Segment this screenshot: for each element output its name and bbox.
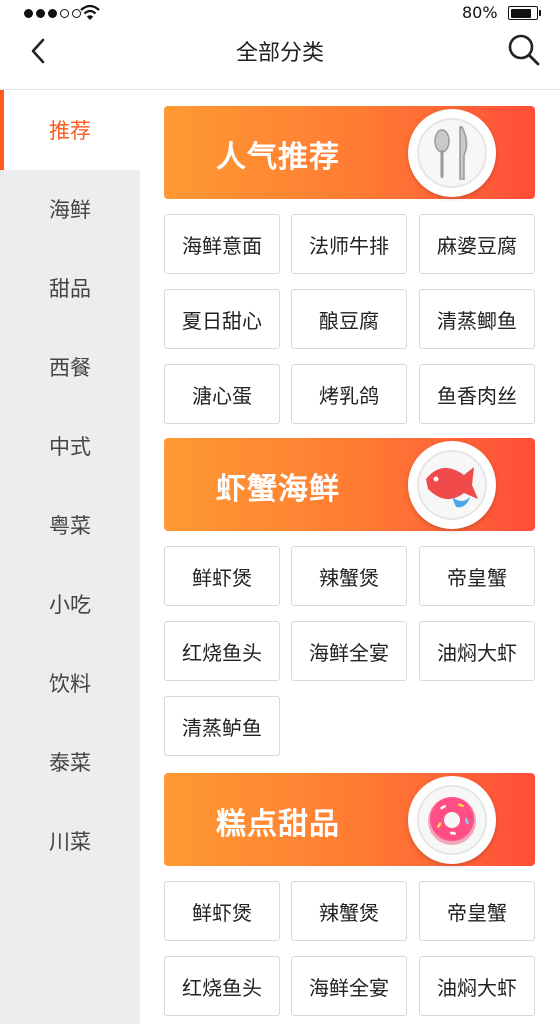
sidebar-item[interactable]: 小吃 [0, 564, 140, 644]
sidebar-item[interactable]: 中式 [0, 406, 140, 486]
dish-tag[interactable]: 鲜虾煲 [164, 546, 280, 606]
donut-icon [408, 776, 496, 864]
category-content: 人气推荐海鲜意面 法师牛排 麻婆豆腐夏日甜心 酿豆腐 清蒸鲫鱼溏心蛋 烤乳鸽 鱼香肉丝虾蟹海… [140, 90, 560, 1024]
section-banner: 虾蟹海鲜 [164, 438, 535, 531]
dish-tag[interactable]: 清蒸鲫鱼 [419, 289, 535, 349]
page-title: 全部分类 [235, 41, 324, 66]
sidebar-item[interactable]: 粤菜 [0, 485, 140, 565]
dish-tag[interactable]: 辣蟹煲 [291, 546, 407, 606]
dish-tag[interactable]: 帝皇蟹 [419, 546, 535, 606]
dish-tag[interactable]: 海鲜意面 [164, 214, 280, 274]
dish-tag[interactable]: 红烧鱼头 [164, 621, 280, 681]
search-icon[interactable] [504, 30, 544, 70]
sidebar-item[interactable]: 海鲜 [0, 169, 140, 249]
dish-tag[interactable]: 溏心蛋 [164, 364, 280, 424]
dish-tag[interactable]: 油焖大虾 [419, 956, 535, 1016]
dish-tag[interactable]: 夏日甜心 [164, 289, 280, 349]
dish-tag[interactable]: 法师牛排 [291, 214, 407, 274]
sidebar-item[interactable]: 甜品 [0, 248, 140, 328]
category-sidebar: 推荐 海鲜 甜品 西餐 中式 粤菜 小吃 饮料 泰菜 川菜 [0, 90, 140, 1024]
navigation-bar: 全部分类 [0, 28, 560, 90]
dish-tag[interactable]: 烤乳鸽 [291, 364, 407, 424]
section-banner: 人气推荐 [164, 106, 535, 199]
sidebar-item[interactable]: 西餐 [0, 327, 140, 407]
battery-percentage: 80% [462, 3, 498, 22]
dish-tag[interactable]: 红烧鱼头 [164, 956, 280, 1016]
sidebar-item[interactable]: 推荐 [0, 90, 140, 170]
dish-tag[interactable]: 鲜虾煲 [164, 881, 280, 941]
dish-tag[interactable]: 辣蟹煲 [291, 881, 407, 941]
section-title: 虾蟹海鲜 [216, 472, 340, 507]
section-title: 人气推荐 [216, 140, 340, 175]
dish-tag[interactable]: 帝皇蟹 [419, 881, 535, 941]
dish-tag[interactable]: 清蒸鲈鱼 [164, 696, 280, 756]
dish-tag[interactable]: 麻婆豆腐 [419, 214, 535, 274]
dish-tag[interactable]: 酿豆腐 [291, 289, 407, 349]
signal-strength-icon [24, 9, 81, 18]
sidebar-item[interactable]: 泰菜 [0, 722, 140, 802]
section-banner: 糕点甜品 [164, 773, 535, 866]
dish-tag[interactable]: 海鲜全宴 [291, 621, 407, 681]
battery-cap [539, 10, 541, 16]
section-title: 糕点甜品 [216, 807, 340, 842]
sidebar-item[interactable]: 川菜 [0, 801, 140, 881]
battery-level-fill [510, 8, 531, 18]
dish-tag[interactable]: 油焖大虾 [419, 621, 535, 681]
status-bar: 80% [0, 0, 560, 28]
fish-icon [408, 441, 496, 529]
dish-tag[interactable]: 鱼香肉丝 [419, 364, 535, 424]
spoon-knife-icon [408, 109, 496, 197]
battery-icon [508, 6, 538, 20]
dish-tag[interactable]: 海鲜全宴 [291, 956, 407, 1016]
wifi-icon [80, 4, 100, 20]
sidebar-item[interactable]: 饮料 [0, 643, 140, 723]
